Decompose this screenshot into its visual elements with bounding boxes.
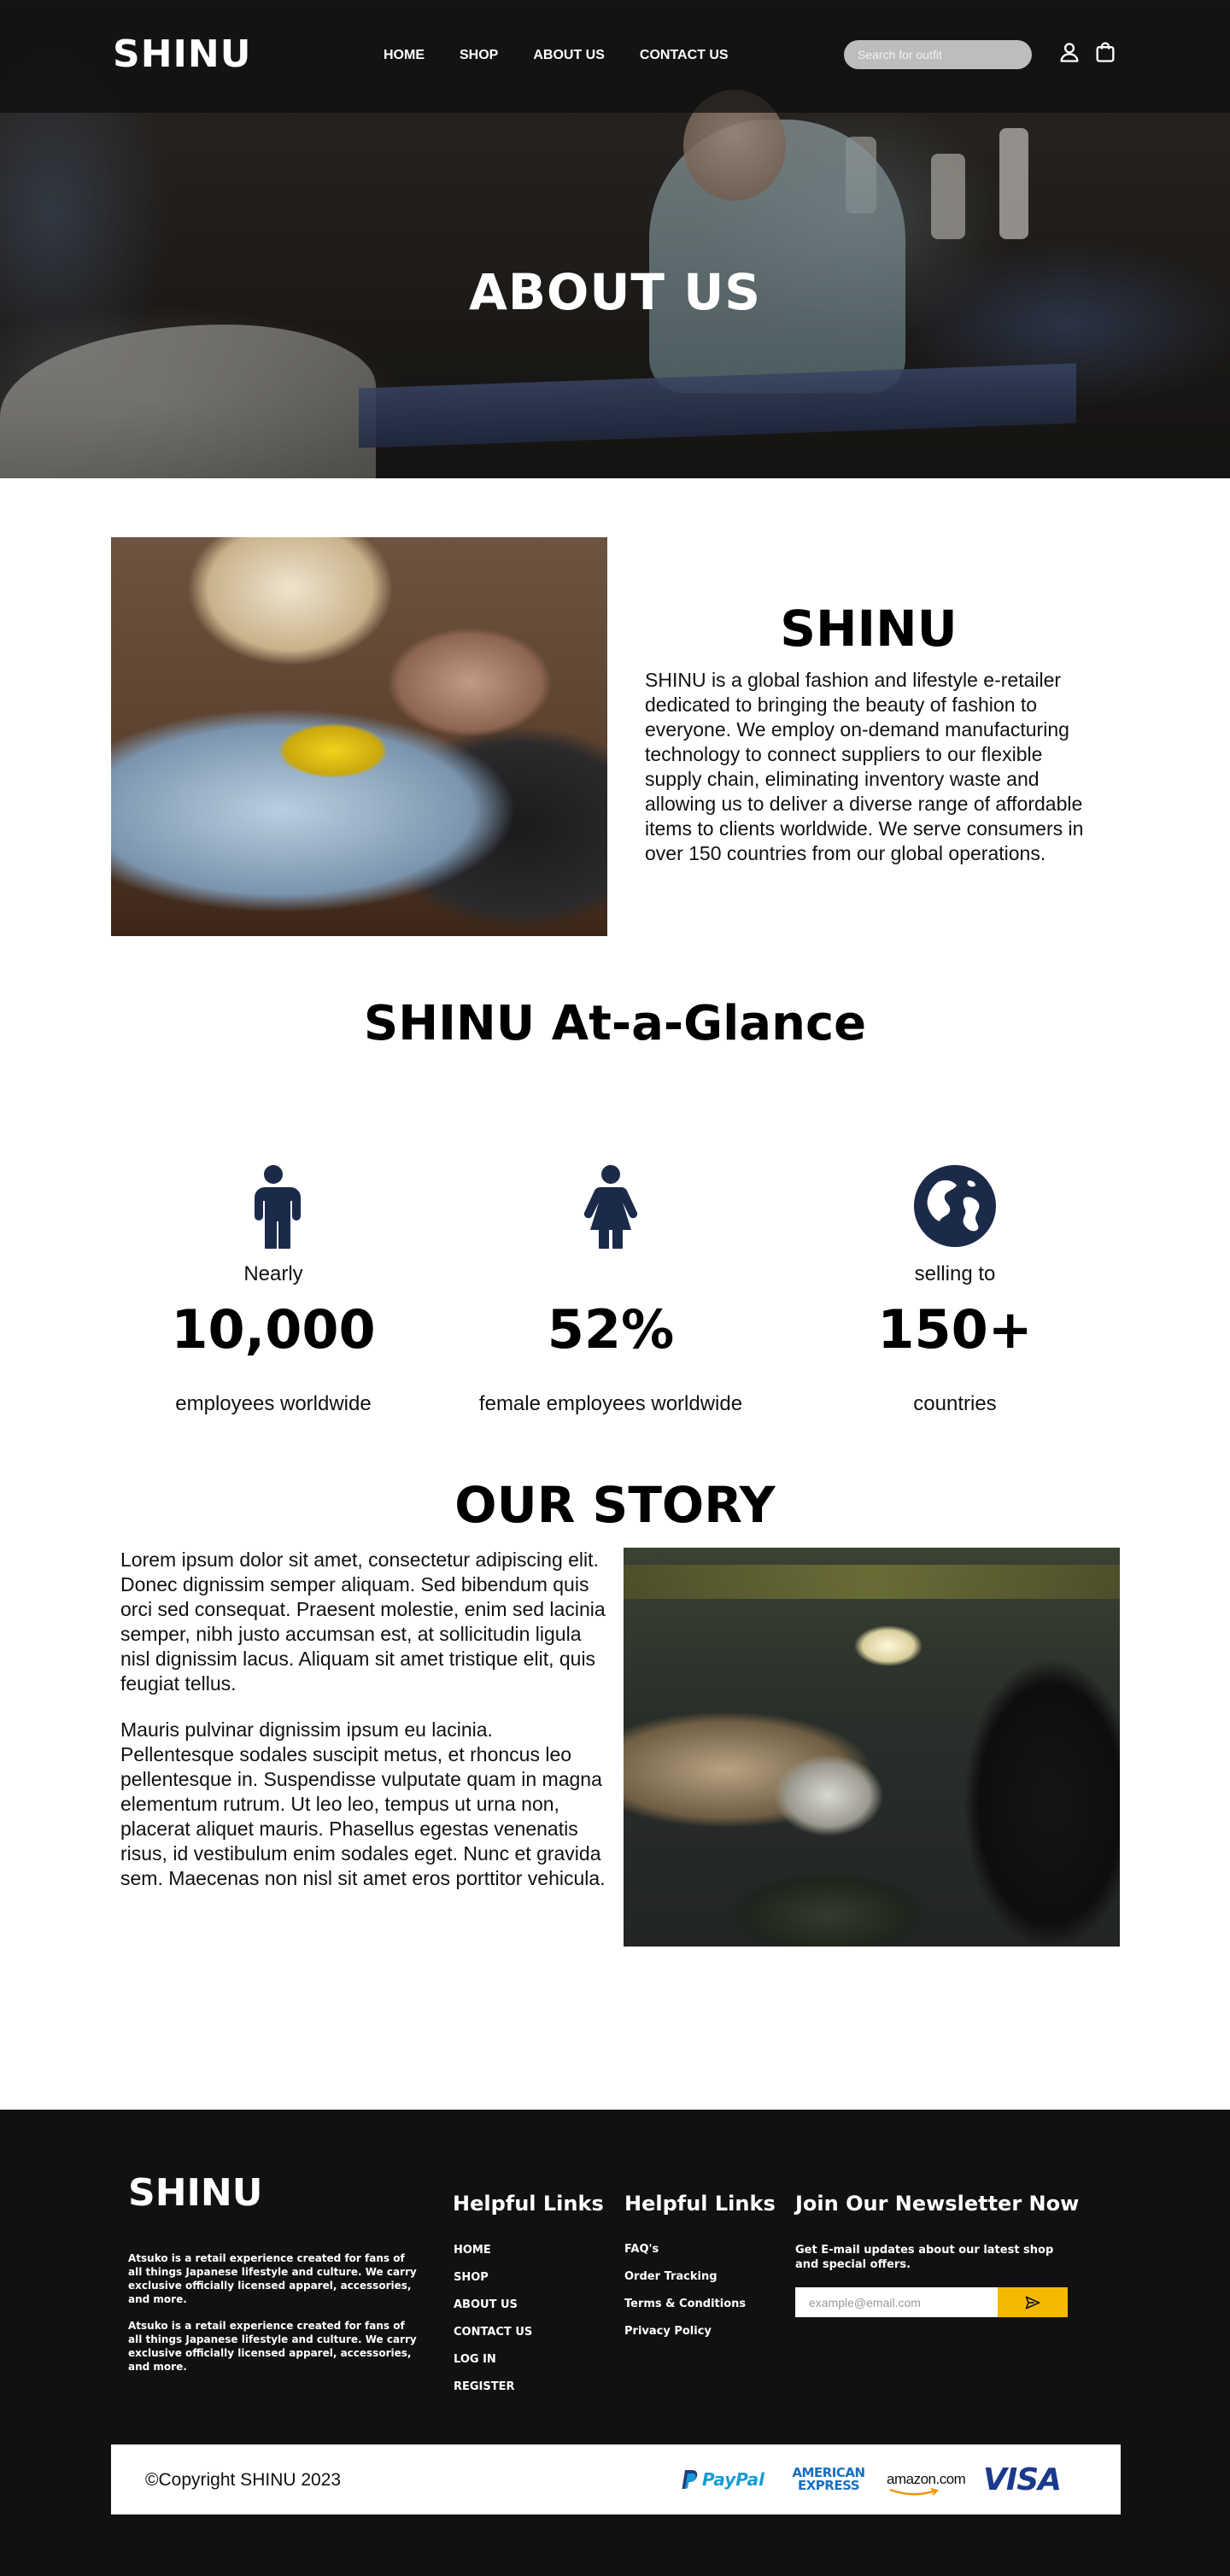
stat-label: employees worldwide bbox=[175, 1392, 372, 1415]
footer-link-order-tracking[interactable]: Order Tracking bbox=[624, 2270, 746, 2298]
footer-link-shop[interactable]: SHOP bbox=[454, 2271, 532, 2298]
our-story-section: OUR STORY Lorem ipsum dolor sit amet, co… bbox=[0, 1469, 1230, 2110]
footer-logo[interactable]: SHINU bbox=[128, 2171, 262, 2215]
footer-link-register[interactable]: REGISTER bbox=[454, 2380, 532, 2408]
footer-link-log-in[interactable]: LOG IN bbox=[454, 2353, 532, 2380]
newsletter-description: Get E-mail updates about our latest shop… bbox=[795, 2244, 1054, 2271]
newsletter-email-input[interactable] bbox=[795, 2287, 998, 2317]
paypal-logo: PayPal bbox=[682, 2460, 764, 2499]
story-image-shelf bbox=[624, 1565, 1120, 1599]
footer-about-text: Atsuko is a retail experience created fo… bbox=[128, 2320, 417, 2373]
female-person-icon bbox=[583, 1165, 638, 1249]
nav-link-shop[interactable]: SHOP bbox=[460, 48, 498, 63]
main-nav: HOME SHOP ABOUT US CONTACT US bbox=[384, 48, 764, 63]
footer-link-contact-us[interactable]: CONTACT US bbox=[454, 2326, 532, 2353]
male-person-icon bbox=[255, 1165, 301, 1249]
footer-about-text: Atsuko is a retail experience created fo… bbox=[128, 2252, 417, 2305]
stat-label: countries bbox=[913, 1392, 997, 1415]
user-icon[interactable] bbox=[1057, 40, 1081, 64]
navbar: SHINU HOME SHOP ABOUT US CONTACT US bbox=[0, 0, 1230, 113]
stat-prefix: selling to bbox=[914, 1262, 996, 1285]
amazon-smile-icon bbox=[889, 2488, 939, 2496]
site-logo[interactable]: SHINU bbox=[113, 32, 251, 76]
copyright-text: ©Copyright SHINU 2023 bbox=[145, 2470, 342, 2490]
nav-link-contact-us[interactable]: CONTACT US bbox=[640, 48, 729, 63]
footer-links-title: Helpful Links bbox=[624, 2192, 776, 2216]
nav-link-about-us[interactable]: ABOUT US bbox=[533, 48, 605, 63]
footer-links-list: HOME SHOP ABOUT US CONTACT US LOG IN REG… bbox=[454, 2244, 532, 2408]
hero-title: ABOUT US bbox=[468, 263, 762, 321]
story-workshop-image bbox=[624, 1548, 1120, 1947]
paypal-icon bbox=[682, 2470, 698, 2489]
at-a-glance-section: SHINU At-a-Glance Nearly 10,000 employee… bbox=[0, 957, 1230, 1469]
globe-icon bbox=[914, 1165, 996, 1247]
story-paragraph: Mauris pulvinar dignissim ipsum eu lacin… bbox=[120, 1718, 606, 1889]
footer-link-home[interactable]: HOME bbox=[454, 2244, 532, 2271]
amazon-logo: amazon.com bbox=[887, 2460, 966, 2499]
stat-number: 150+ bbox=[877, 1298, 1033, 1361]
about-title: SHINU bbox=[780, 600, 958, 658]
hero-banner: SHINU HOME SHOP ABOUT US CONTACT US ABOU… bbox=[0, 0, 1230, 478]
stat-prefix: Nearly bbox=[243, 1262, 303, 1285]
visa-logo: VISA bbox=[983, 2460, 1062, 2499]
footer-link-faqs[interactable]: FAQ's bbox=[624, 2243, 746, 2270]
stat-number: 52% bbox=[547, 1298, 675, 1361]
amex-text: AMERICAN EXPRESS bbox=[792, 2465, 865, 2493]
footer-bottom-bar: ©Copyright SHINU 2023 PayPal AMERICAN EX… bbox=[111, 2444, 1121, 2515]
about-sewing-image bbox=[111, 537, 607, 936]
footer: SHINU Atsuko is a retail experience crea… bbox=[0, 2110, 1230, 2576]
amex-logo: AMERICAN EXPRESS bbox=[786, 2460, 871, 2499]
about-description: SHINU is a global fashion and lifestyle … bbox=[645, 669, 1084, 864]
search-input[interactable] bbox=[844, 40, 1032, 69]
footer-links-title: Helpful Links bbox=[453, 2192, 604, 2216]
story-title: OUR STORY bbox=[454, 1476, 776, 1534]
footer-link-terms[interactable]: Terms & Conditions bbox=[624, 2298, 746, 2325]
stat-label: female employees worldwide bbox=[478, 1392, 743, 1415]
shopping-bag-icon[interactable] bbox=[1093, 40, 1117, 64]
stat-number: 10,000 bbox=[171, 1298, 376, 1361]
newsletter-title: Join Our Newsletter Now bbox=[795, 2192, 1080, 2216]
newsletter-send-button[interactable] bbox=[998, 2287, 1068, 2317]
footer-link-privacy[interactable]: Privacy Policy bbox=[624, 2325, 746, 2352]
paypal-text: PayPal bbox=[702, 2469, 765, 2490]
nav-link-home[interactable]: HOME bbox=[384, 48, 425, 63]
glance-title: SHINU At-a-Glance bbox=[363, 996, 867, 1051]
about-section: SHINU SHINU is a global fashion and life… bbox=[0, 478, 1230, 957]
send-icon bbox=[1025, 2296, 1040, 2309]
amazon-text: amazon.com bbox=[887, 2471, 966, 2487]
footer-link-about-us[interactable]: ABOUT US bbox=[454, 2298, 532, 2326]
story-text: Lorem ipsum dolor sit amet, consectetur … bbox=[120, 1548, 612, 1912]
footer-help-links-list: FAQ's Order Tracking Terms & Conditions … bbox=[624, 2243, 746, 2352]
visa-text: VISA bbox=[983, 2462, 1062, 2497]
story-paragraph: Lorem ipsum dolor sit amet, consectetur … bbox=[120, 1549, 606, 1695]
